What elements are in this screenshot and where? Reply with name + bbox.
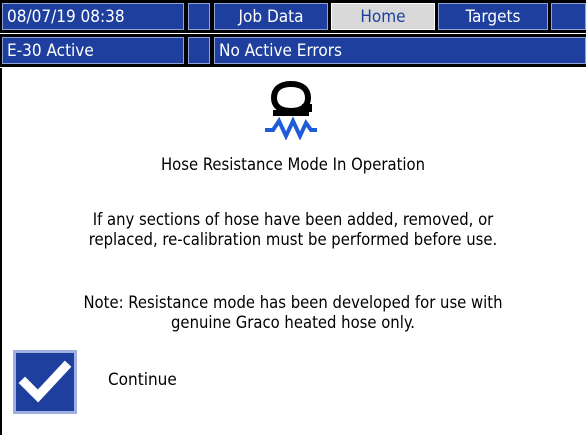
- status-bar: E-30 Active No Active Errors: [0, 34, 586, 67]
- hose-resistance-icon: [265, 80, 317, 140]
- note-line-1: Note: Resistance mode has been developed…: [83, 293, 503, 312]
- system-status: E-30 Active: [2, 37, 184, 64]
- tab-home[interactable]: Home: [331, 3, 435, 30]
- tab-next[interactable]: [551, 3, 586, 30]
- error-status: No Active Errors: [214, 37, 586, 64]
- left-border: [0, 68, 2, 435]
- tab-targets[interactable]: Targets: [438, 3, 548, 30]
- note-line-2: genuine Graco heated hose only.: [171, 313, 415, 332]
- error-indicator: [188, 37, 210, 64]
- tab-job-data[interactable]: Job Data: [214, 3, 328, 30]
- blank-indicator: [188, 3, 210, 30]
- warning-line-1: If any sections of hose have been added,…: [92, 210, 494, 229]
- continue-button[interactable]: [13, 350, 77, 414]
- top-bar: 08/07/19 08:38 Job Data Home Targets: [0, 0, 586, 33]
- checkmark-icon: [18, 360, 72, 403]
- datetime-display: 08/07/19 08:38: [2, 3, 184, 30]
- message-title: Hose Resistance Mode In Operation: [161, 155, 425, 174]
- warning-line-2: replaced, re-calibration must be perform…: [88, 230, 498, 249]
- continue-label: Continue: [108, 370, 177, 390]
